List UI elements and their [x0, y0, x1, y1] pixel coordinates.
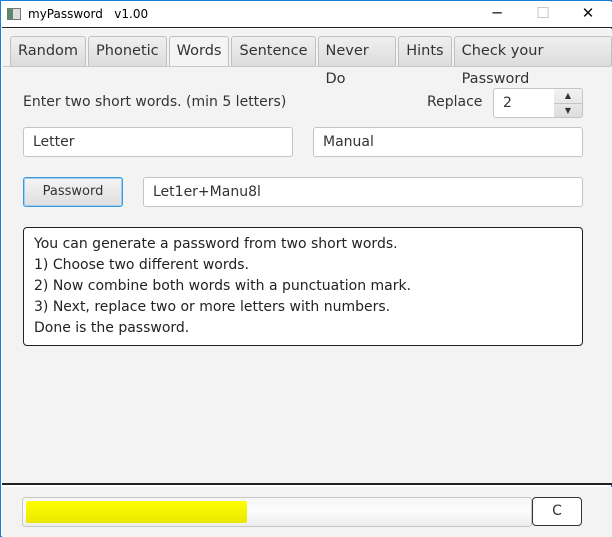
main-panel: Random Phonetic Words Sentence Never Do …	[2, 29, 612, 485]
word2-input[interactable]: Manual	[313, 127, 583, 157]
tab-random[interactable]: Random	[10, 36, 87, 66]
spinner-up-icon[interactable]: ▲	[554, 89, 582, 103]
tab-phonetic[interactable]: Phonetic	[88, 36, 167, 66]
tab-bar: Random Phonetic Words Sentence Never Do …	[10, 36, 612, 87]
minimize-button[interactable]: ─	[474, 4, 520, 26]
tab-sentence[interactable]: Sentence	[231, 36, 316, 66]
strength-progress-fill	[26, 501, 247, 523]
tab-hints[interactable]: Hints	[398, 36, 452, 66]
info-line: 1) Choose two different words.	[34, 257, 249, 273]
tab-divider	[3, 66, 611, 67]
info-line: 3) Next, replace two or more letters wit…	[34, 299, 391, 315]
info-line: 2) Now combine both words with a punctua…	[34, 278, 412, 294]
replace-spinner-input[interactable]: 2	[493, 88, 555, 118]
replace-spinner-buttons: ▲ ▼	[554, 88, 583, 118]
tab-never-do[interactable]: Never Do	[317, 36, 397, 87]
instruction-label: Enter two short words. (min 5 letters)	[23, 94, 287, 110]
app-icon	[7, 8, 21, 20]
status-bar: C	[2, 487, 612, 537]
window-title: myPassword v1.00	[28, 7, 149, 21]
maximize-button[interactable]: ☐	[520, 4, 566, 26]
close-button[interactable]: ✕	[565, 4, 611, 26]
strength-progress-bar	[22, 497, 532, 527]
password-button[interactable]: Password	[23, 177, 123, 207]
tab-check-password[interactable]: Check your Password	[453, 36, 612, 87]
app-window: myPassword v1.00 ─ ☐ ✕ Random Phonetic W…	[0, 0, 612, 537]
tab-words[interactable]: Words	[168, 36, 230, 67]
password-output[interactable]: Let1er+Manu8l	[143, 177, 583, 207]
replace-label: Replace	[427, 94, 483, 110]
info-line: Done is the password.	[34, 320, 190, 336]
spinner-down-icon[interactable]: ▼	[554, 103, 582, 117]
clear-button[interactable]: C	[532, 497, 582, 526]
info-line: You can generate a password from two sho…	[34, 236, 398, 252]
word1-input[interactable]: Letter	[23, 127, 293, 157]
info-text-area[interactable]: You can generate a password from two sho…	[23, 227, 583, 346]
title-bar: myPassword v1.00 ─ ☐ ✕	[2, 2, 612, 28]
